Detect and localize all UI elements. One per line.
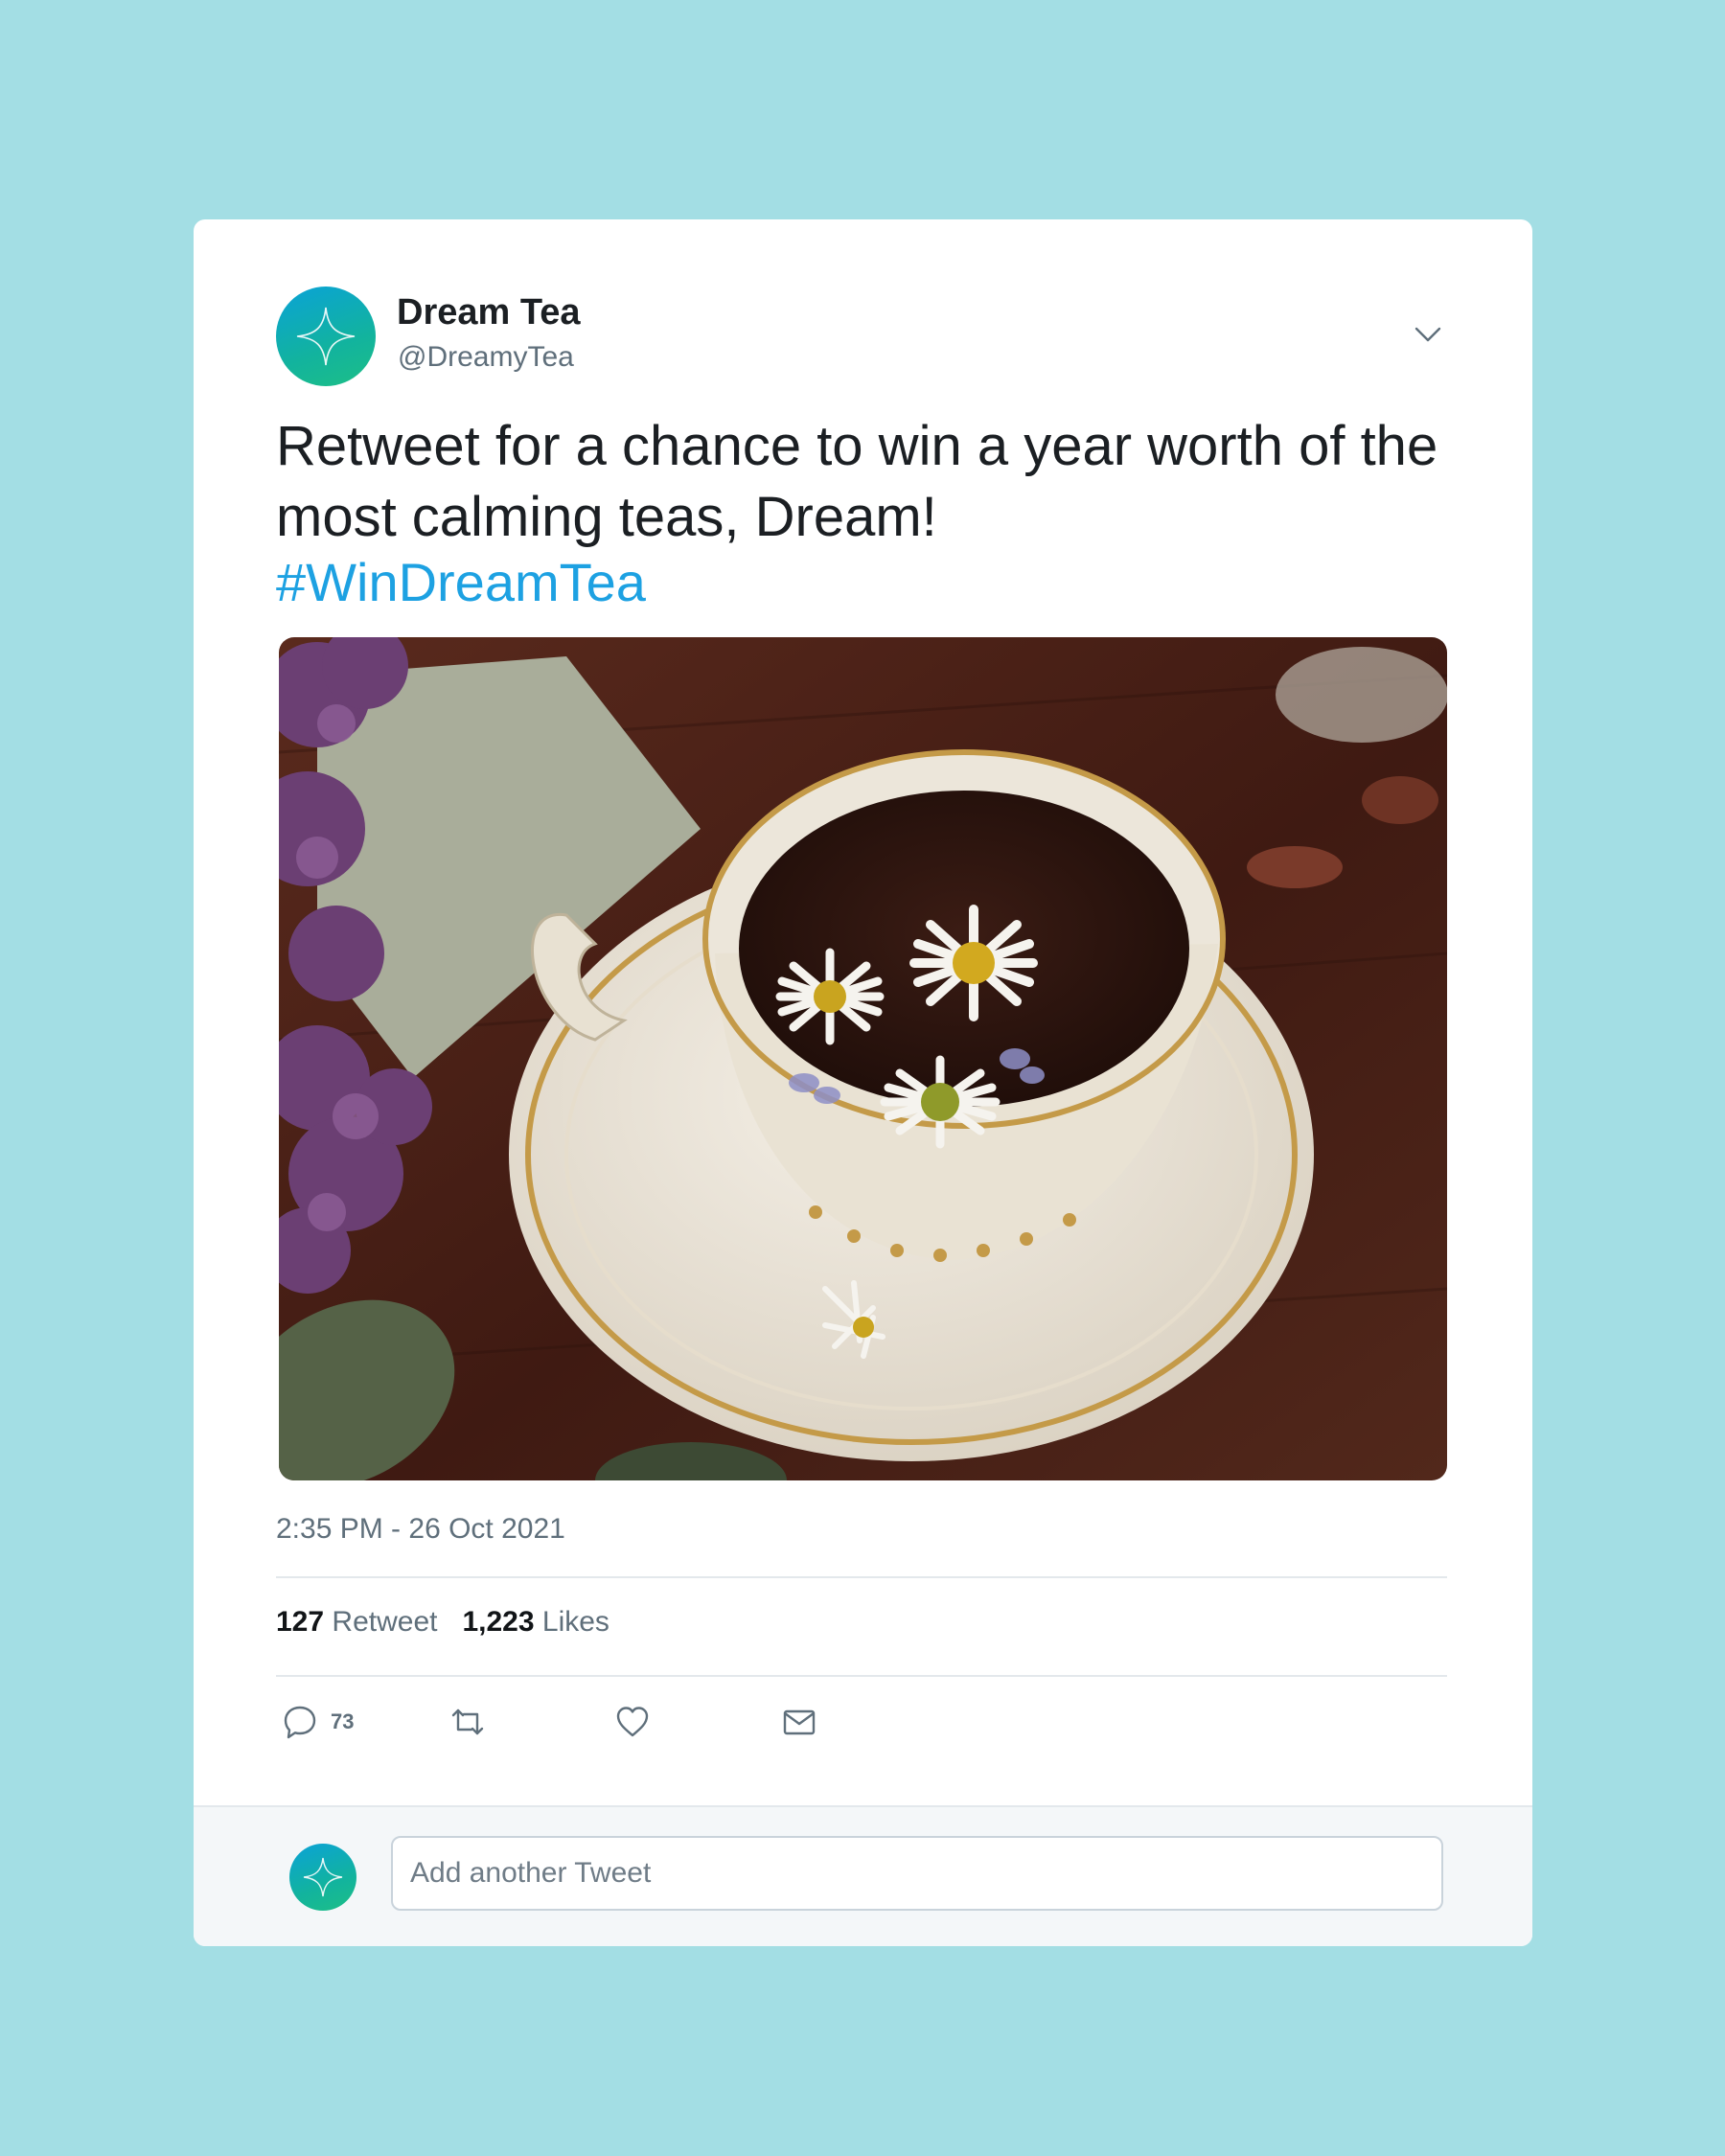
engagement-stats: 127 Retweet 1,223 Likes: [276, 1606, 610, 1639]
retweet-button[interactable]: [448, 1703, 487, 1741]
message-button[interactable]: [780, 1703, 818, 1741]
tweet-photo[interactable]: [279, 637, 1447, 1480]
sparkle-star-icon: [303, 1857, 343, 1897]
reply-input[interactable]: [391, 1836, 1443, 1911]
user-avatar: [289, 1844, 356, 1911]
hashtag-link[interactable]: #WinDreamTea: [276, 551, 646, 613]
tweet-card: Dream Tea @DreamyTea Retweet for a chanc…: [194, 219, 1532, 1946]
reply-icon: [284, 1706, 316, 1739]
likes-label: Likes: [541, 1606, 610, 1638]
envelope-icon: [783, 1709, 816, 1735]
account-handle[interactable]: @DreamyTea: [398, 341, 574, 374]
retweet-label: Retweet: [332, 1606, 438, 1638]
account-name[interactable]: Dream Tea: [397, 292, 581, 333]
tweet-text: Retweet for a chance to win a year worth…: [276, 415, 1438, 548]
divider: [276, 1576, 1447, 1578]
reply-composer: [194, 1805, 1532, 1946]
retweet-count: 127: [276, 1606, 325, 1638]
sparkle-star-icon: [296, 307, 356, 366]
likes-stat[interactable]: 1,223 Likes: [462, 1606, 609, 1638]
tea-cup-image: [279, 637, 1447, 1480]
account-avatar[interactable]: [276, 287, 376, 386]
reply-count: 73: [331, 1709, 355, 1733]
chevron-down-icon[interactable]: [1413, 319, 1443, 350]
like-button[interactable]: [613, 1703, 652, 1741]
retweet-stat[interactable]: 127 Retweet: [276, 1606, 437, 1638]
reply-button[interactable]: 73: [281, 1703, 354, 1741]
likes-count: 1,223: [462, 1606, 535, 1638]
heart-icon: [616, 1707, 649, 1737]
retweet-icon: [451, 1709, 484, 1735]
divider: [276, 1675, 1447, 1677]
tweet-timestamp[interactable]: 2:35 PM - 26 Oct 2021: [276, 1513, 565, 1546]
